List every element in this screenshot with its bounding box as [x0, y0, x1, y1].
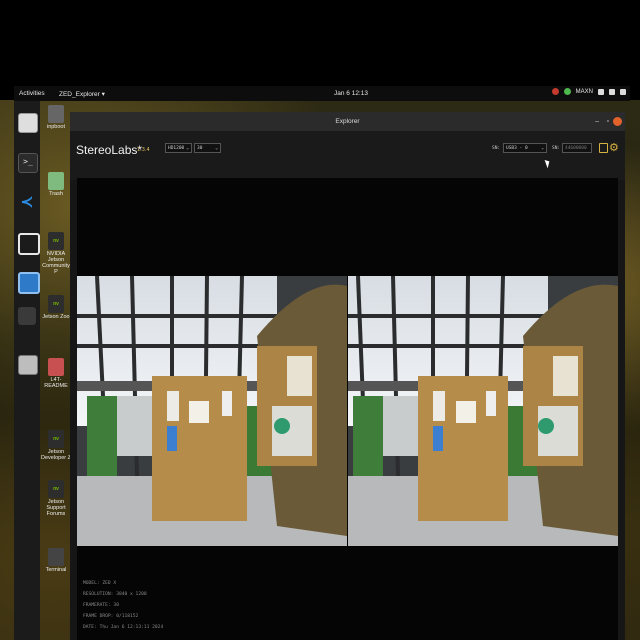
resolution-select-value: HD1200 [168, 146, 185, 151]
camera-date: DATE: Thu Jan 6 12:13:11 2024 [83, 625, 164, 630]
fps-select[interactable]: 30 ⌄ [194, 143, 221, 153]
terminal-icon[interactable]: >_ [18, 153, 38, 173]
desktop-icon[interactable]: nv Jetson Support Forums [40, 480, 72, 517]
serial-label: SN: [552, 146, 561, 151]
desktop-icon-label: NVIDIA Jetson Community P [42, 251, 70, 275]
ubuntu-status-icon[interactable] [551, 88, 559, 95]
folder-icon [48, 105, 64, 123]
app-header: StereoLabs* 1.3.4 HD1200 ⌄ 30 ⌄ SN: USB3… [70, 131, 625, 180]
desktop-icon-label: Trash [49, 191, 63, 197]
resolution-select[interactable]: HD1200 ⌄ [165, 143, 192, 153]
vscode-icon[interactable]: ≺ [18, 193, 36, 211]
desktop-icon-label: Jetson Developer Z [41, 449, 71, 461]
camera-viewer[interactable]: MODEL: ZED X RESOLUTION: 3840 x 1200 FRA… [77, 178, 618, 640]
desktop-icon[interactable]: nv Jetson Developer Z [40, 430, 72, 461]
nvidia-icon: nv [48, 295, 64, 313]
left-camera-image [77, 276, 347, 546]
chevron-down-icon: ⌄ [186, 146, 189, 151]
obs-icon[interactable] [18, 233, 40, 255]
desktop-icon-label: Jetson Support Forums [46, 499, 66, 517]
dock: >_ ≺ [14, 101, 40, 640]
document-icon [48, 358, 64, 376]
disk-icon[interactable] [18, 355, 38, 375]
desktop-icon[interactable]: inpboot [40, 105, 72, 130]
chromium-icon[interactable] [18, 272, 40, 294]
camera-select[interactable]: USB3 - 0 ⌄ [503, 143, 547, 153]
minimize-icon[interactable]: – [595, 112, 599, 131]
desktop-icon-label: Jetson Zoo [42, 314, 70, 320]
right-camera-image-svg [348, 276, 618, 546]
close-icon[interactable] [613, 117, 622, 126]
top-bar: Activities ZED_Explorer ▾ Jan 6 12:13 MA… [14, 86, 630, 101]
network-icon[interactable] [598, 88, 604, 95]
nvidia-icon: nv [48, 232, 64, 250]
chevron-down-icon: ⌄ [541, 146, 544, 151]
power-icon[interactable] [620, 88, 626, 95]
record-icon[interactable] [599, 143, 608, 153]
app-icon[interactable] [18, 307, 36, 325]
camera-select-value: USB3 - 0 [506, 146, 528, 151]
system-tray[interactable]: MAXN [551, 88, 626, 95]
desktop-icon[interactable]: Terminal [40, 548, 72, 573]
camera-framerate: FRAMERATE: 30 [83, 603, 119, 608]
serial-value: 44600000 [565, 146, 587, 151]
serial-field[interactable]: 44600000 [562, 143, 592, 153]
trash-icon [48, 172, 64, 190]
desktop-icon-label: inpboot [46, 124, 66, 130]
left-camera-image-svg [77, 276, 347, 546]
desktop-icon[interactable]: nv NVIDIA Jetson Community P [40, 232, 72, 275]
window-titlebar[interactable]: Explorer – ▫ [70, 112, 625, 131]
desktop-icon[interactable]: Trash [40, 172, 72, 197]
desktop-icon[interactable]: L4T-README [40, 358, 72, 389]
activities-button[interactable]: Activities [19, 90, 45, 97]
camera-model: MODEL: ZED X [83, 581, 117, 586]
brand-name: StereoLabs [76, 143, 138, 157]
files-icon[interactable] [18, 113, 38, 133]
power-mode-label[interactable]: MAXN [576, 89, 593, 95]
volume-icon[interactable] [609, 88, 615, 95]
fps-select-value: 30 [197, 146, 203, 151]
camera-frame-drop: FRAME DROP: 0/118152 [83, 614, 139, 619]
terminal-icon [48, 548, 64, 566]
explorer-window: Explorer – ▫ StereoLabs* 1.3.4 HD1200 ⌄ … [70, 112, 625, 640]
chevron-down-icon: ⌄ [215, 146, 218, 151]
desktop-icon-label: L4T-README [44, 377, 68, 389]
maximize-icon[interactable]: ▫ [607, 112, 609, 131]
screen-top-bezel [0, 0, 640, 86]
settings-gear-icon[interactable]: ⚙ [609, 141, 619, 154]
camera-info-panel: MODEL: ZED X RESOLUTION: 3840 x 1200 FRA… [83, 578, 163, 633]
version-label: 1.3.4 [137, 147, 150, 153]
desktop-icon[interactable]: nv Jetson Zoo [40, 295, 72, 320]
clock[interactable]: Jan 6 12:13 [334, 90, 368, 97]
brand-logo: StereoLabs* [76, 143, 143, 157]
camera-resolution: RESOLUTION: 3840 x 1200 [83, 592, 147, 597]
sn-label: SN: [492, 146, 501, 151]
right-camera-image [348, 276, 618, 546]
window-title: Explorer [335, 118, 360, 125]
nvidia-icon: nv [48, 430, 64, 448]
app-menu[interactable]: ZED_Explorer ▾ [59, 90, 105, 98]
power-mode-icon[interactable] [563, 88, 571, 95]
desktop-icon-label: Terminal [45, 567, 67, 573]
nvidia-icon: nv [48, 480, 64, 498]
